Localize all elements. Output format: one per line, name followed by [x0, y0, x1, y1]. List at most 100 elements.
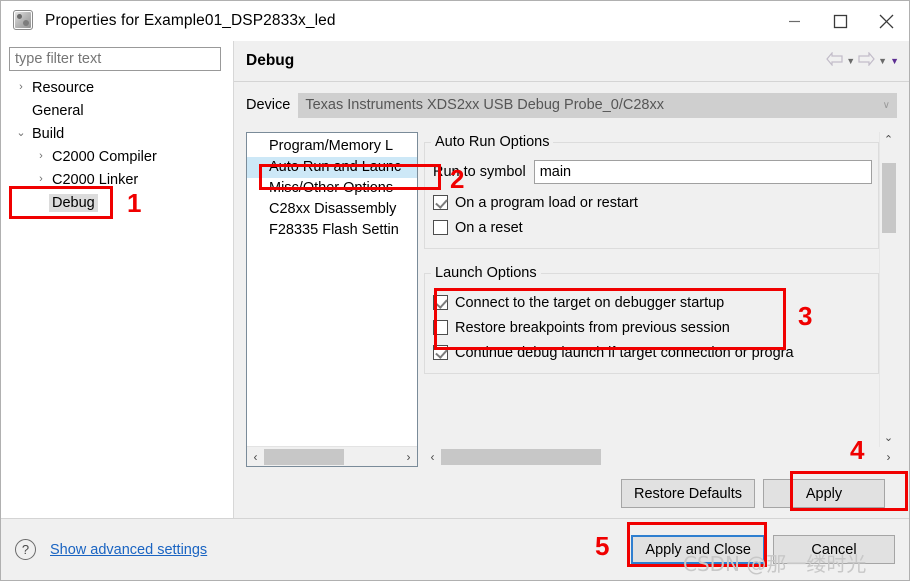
restore-defaults-button[interactable]: Restore Defaults — [621, 479, 755, 508]
checkbox-on-reset[interactable]: On a reset — [433, 215, 872, 240]
dialog-content: › Resource General ⌄ Build › C2000 Compi… — [1, 41, 909, 518]
checkbox-icon[interactable] — [433, 345, 448, 360]
arrow-left-icon[interactable] — [826, 51, 843, 70]
run-to-symbol-input[interactable] — [533, 160, 872, 184]
page-menu-caret-icon[interactable]: ▼ — [890, 56, 899, 66]
options-pane: Auto Run Options Run to symbol On a prog… — [424, 132, 897, 467]
properties-dialog: Properties for Example01_DSP2833x_led › … — [0, 0, 910, 581]
checkbox-icon[interactable] — [433, 220, 448, 235]
options-scroll-wrapper: Auto Run Options Run to symbol On a prog… — [424, 132, 897, 447]
vscroll-track[interactable] — [880, 149, 898, 430]
device-select[interactable]: Texas Instruments XDS2xx USB Debug Probe… — [298, 92, 897, 118]
scroll-left-icon[interactable]: ‹ — [424, 450, 441, 464]
category-list-hscrollbar[interactable]: ‹ › — [247, 446, 417, 466]
apply-and-close-button[interactable]: Apply and Close — [631, 535, 765, 564]
tree-item-build[interactable]: ⌄ Build — [9, 122, 225, 145]
page-header: Debug ▼ ▼ ▼ — [234, 41, 909, 82]
checkbox-on-program-load[interactable]: On a program load or restart — [433, 190, 872, 215]
tree-item-label: Build — [32, 125, 65, 142]
tree-item-resource[interactable]: › Resource — [9, 76, 225, 99]
dialog-footer: ? Show advanced settings Apply and Close… — [1, 518, 909, 580]
hscroll-thumb[interactable] — [441, 449, 601, 465]
run-to-symbol-row: Run to symbol — [433, 159, 872, 185]
device-label: Device — [246, 97, 291, 113]
annotation-number-1: 1 — [127, 188, 142, 218]
list-item[interactable]: Misc/Other Options — [247, 178, 417, 199]
scroll-right-icon[interactable]: › — [880, 450, 897, 464]
close-icon[interactable] — [863, 1, 909, 41]
tree-item-c2000-linker[interactable]: › C2000 Linker — [9, 168, 225, 191]
debug-page: Debug ▼ ▼ ▼ Device Texas Instruments XDS… — [234, 41, 909, 518]
tree-item-debug[interactable]: Debug — [9, 191, 225, 214]
maximize-icon[interactable] — [817, 1, 863, 41]
chevron-down-icon: ∨ — [882, 99, 890, 111]
window-controls — [771, 1, 909, 41]
scroll-left-icon[interactable]: ‹ — [247, 450, 264, 464]
group-legend: Auto Run Options — [431, 134, 554, 150]
tree-item-label: General — [32, 102, 84, 119]
chevron-down-icon[interactable]: ⌄ — [13, 128, 29, 139]
options-vscrollbar[interactable]: ⌃ ⌄ — [879, 132, 897, 447]
scroll-right-icon[interactable]: › — [400, 450, 417, 464]
annotation-number-4: 4 — [850, 435, 865, 465]
checkbox-label: On a reset — [455, 219, 523, 236]
scroll-up-icon[interactable]: ⌃ — [884, 132, 893, 149]
cancel-button[interactable]: Cancel — [773, 535, 895, 564]
vscroll-thumb[interactable] — [881, 163, 896, 233]
cube-icon — [13, 10, 35, 32]
chevron-right-icon[interactable]: › — [13, 82, 29, 93]
category-list: Program/Memory L Auto Run and Launc Misc… — [247, 133, 417, 446]
page-nav-controls: ▼ ▼ ▼ — [826, 51, 899, 70]
tree-item-general[interactable]: General — [9, 99, 225, 122]
list-item[interactable]: Program/Memory L — [247, 136, 417, 157]
page-title: Debug — [246, 52, 295, 69]
tree-item-c2000-compiler[interactable]: › C2000 Compiler — [9, 145, 225, 168]
chevron-right-icon[interactable]: › — [33, 174, 49, 185]
checkbox-label: On a program load or restart — [455, 194, 638, 211]
device-value: Texas Instruments XDS2xx USB Debug Probe… — [305, 97, 664, 113]
back-history-caret-icon[interactable]: ▼ — [846, 56, 855, 66]
annotation-number-3: 3 — [798, 301, 813, 331]
show-advanced-settings-link[interactable]: Show advanced settings — [50, 542, 207, 558]
tree-item-label: C2000 Compiler — [52, 148, 157, 165]
title-bar: Properties for Example01_DSP2833x_led — [1, 1, 909, 41]
group-legend: Launch Options — [431, 265, 541, 281]
page-buttons: Restore Defaults Apply — [246, 473, 897, 518]
footer-buttons: Apply and Close Cancel — [631, 535, 895, 564]
forward-history-caret-icon[interactable]: ▼ — [878, 56, 887, 66]
scroll-down-icon[interactable]: ⌄ — [884, 430, 893, 447]
checkbox-label: Connect to the target on debugger startu… — [455, 294, 725, 311]
settings-tree: › Resource General ⌄ Build › C2000 Compi… — [9, 76, 225, 214]
tree-item-label: Debug — [49, 193, 98, 212]
auto-run-options-group: Auto Run Options Run to symbol On a prog… — [424, 132, 879, 249]
checkbox-icon[interactable] — [433, 320, 448, 335]
minimize-icon[interactable] — [771, 1, 817, 41]
filter-input[interactable] — [9, 47, 221, 71]
hscroll-track[interactable] — [441, 447, 880, 467]
hscroll-thumb[interactable] — [264, 448, 344, 465]
tree-item-label: C2000 Linker — [52, 171, 139, 188]
annotation-number-2: 2 — [450, 164, 465, 194]
device-row: Device Texas Instruments XDS2xx USB Debu… — [246, 92, 897, 118]
list-item[interactable]: C28xx Disassembly — [247, 199, 417, 220]
checkbox-continue-debug-launch[interactable]: Continue debug launch if target connecti… — [433, 340, 872, 365]
apply-button[interactable]: Apply — [763, 479, 885, 508]
window-title: Properties for Example01_DSP2833x_led — [45, 12, 336, 29]
checkbox-icon[interactable] — [433, 195, 448, 210]
chevron-right-icon[interactable]: › — [33, 151, 49, 162]
annotation-number-5: 5 — [595, 531, 610, 561]
run-to-symbol-label: Run to symbol — [433, 164, 526, 180]
page-body: Device Texas Instruments XDS2xx USB Debu… — [234, 82, 909, 518]
tree-item-label: Resource — [32, 79, 95, 96]
list-item[interactable]: Auto Run and Launc — [247, 157, 417, 178]
category-list-pane: Program/Memory L Auto Run and Launc Misc… — [246, 132, 418, 467]
checkbox-label: Restore breakpoints from previous sessio… — [455, 319, 730, 336]
hscroll-track[interactable] — [264, 447, 400, 467]
checkbox-icon[interactable] — [433, 295, 448, 310]
options-content: Auto Run Options Run to symbol On a prog… — [424, 132, 879, 447]
question-mark-icon[interactable]: ? — [15, 539, 36, 560]
settings-tree-pane: › Resource General ⌄ Build › C2000 Compi… — [1, 41, 234, 518]
options-hscrollbar[interactable]: ‹ › — [424, 447, 897, 467]
arrow-right-icon[interactable] — [858, 51, 875, 70]
list-item[interactable]: F28335 Flash Settin — [247, 220, 417, 241]
